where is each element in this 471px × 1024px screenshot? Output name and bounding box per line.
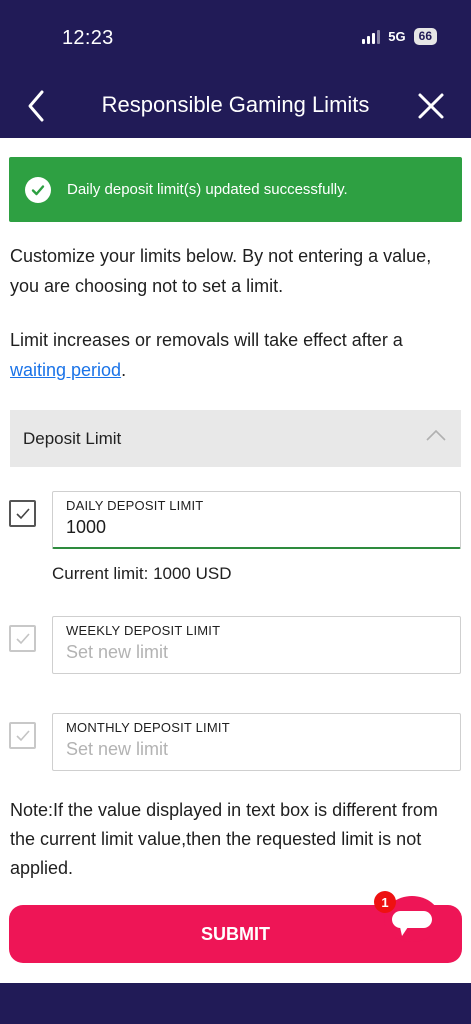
network-type: 5G	[388, 29, 406, 44]
signal-icon	[362, 29, 381, 44]
bottom-navigation-bar	[0, 983, 471, 1024]
waiting-period-suffix: .	[121, 360, 127, 380]
weekly-limit-input[interactable]	[66, 642, 447, 663]
check-circle-icon	[25, 176, 51, 203]
chevron-up-icon	[426, 429, 446, 441]
monthly-limit-label: MONTHLY DEPOSIT LIMIT	[66, 720, 230, 735]
checkmark-icon	[15, 632, 30, 644]
success-alert: Daily deposit limit(s) updated successfu…	[9, 157, 462, 222]
close-icon	[418, 93, 444, 119]
waiting-period-link[interactable]: waiting period	[10, 360, 121, 380]
checkmark-icon	[15, 729, 30, 741]
status-time: 12:23	[62, 27, 114, 49]
daily-limit-label: DAILY DEPOSIT LIMIT	[66, 498, 204, 513]
checkmark-icon	[15, 507, 30, 519]
intro-text: Customize your limits below. By not ente…	[10, 246, 432, 296]
app-header: 12:23 5G 66 Responsible Gaming Limits	[0, 0, 471, 138]
page-title: Responsible Gaming Limits	[101, 92, 370, 117]
daily-limit-field[interactable]: DAILY DEPOSIT LIMIT	[52, 491, 461, 549]
battery-icon: 66	[413, 28, 437, 45]
weekly-limit-label: WEEKLY DEPOSIT LIMIT	[66, 623, 221, 638]
monthly-limit-input[interactable]	[66, 739, 447, 760]
close-button[interactable]	[414, 88, 448, 124]
weekly-limit-field[interactable]: WEEKLY DEPOSIT LIMIT	[52, 616, 461, 674]
alert-message: Daily deposit limit(s) updated successfu…	[67, 181, 348, 198]
chat-notification-badge: 1	[374, 891, 396, 913]
monthly-limit-field[interactable]: MONTHLY DEPOSIT LIMIT	[52, 713, 461, 771]
daily-limit-input[interactable]	[66, 517, 447, 538]
current-limit-text: Current limit: 1000 USD	[52, 564, 232, 583]
note-text: Note:If the value displayed in text box …	[10, 800, 438, 878]
section-title: Deposit Limit	[23, 428, 122, 448]
deposit-limit-section-header[interactable]: Deposit Limit	[10, 410, 461, 467]
waiting-period-prefix: Limit increases or removals will take ef…	[10, 330, 403, 350]
monthly-limit-checkbox[interactable]	[9, 722, 36, 749]
daily-limit-checkbox[interactable]	[9, 500, 36, 527]
waiting-period-text: Limit increases or removals will take ef…	[10, 325, 460, 385]
status-indicators: 5G 66	[362, 28, 437, 45]
weekly-limit-checkbox[interactable]	[9, 625, 36, 652]
